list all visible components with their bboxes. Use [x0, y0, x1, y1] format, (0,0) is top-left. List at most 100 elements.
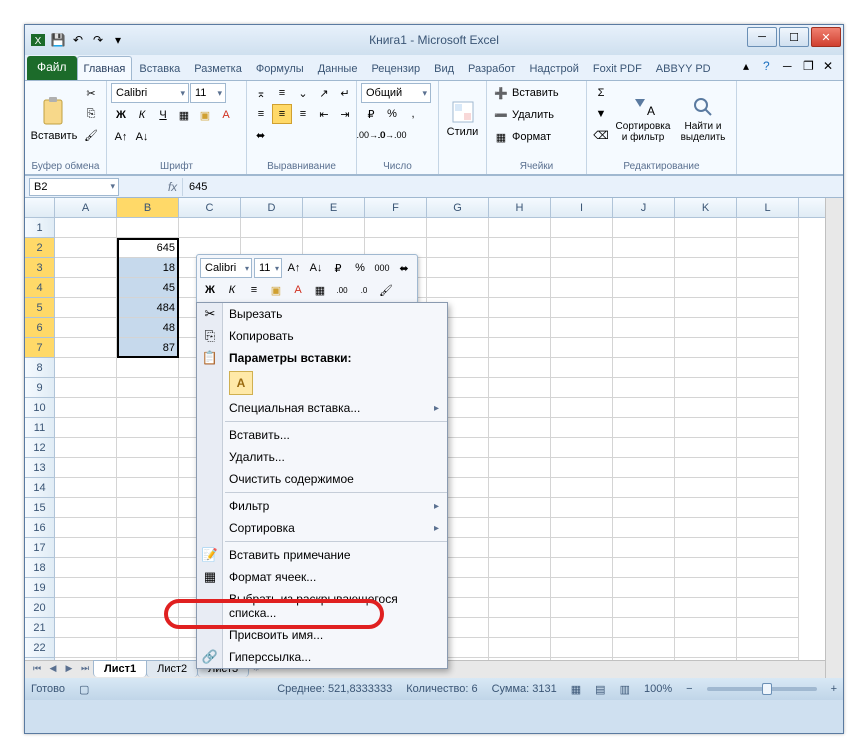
tab-layout[interactable]: Разметка [187, 56, 249, 80]
row-header[interactable]: 19 [25, 578, 55, 598]
row-header[interactable]: 1 [25, 218, 55, 238]
cell[interactable] [55, 478, 117, 498]
cell[interactable] [613, 218, 675, 238]
tab-abbyy[interactable]: ABBYY PD [649, 56, 718, 80]
col-header[interactable]: K [675, 198, 737, 217]
cell[interactable] [675, 458, 737, 478]
select-all-corner[interactable] [25, 198, 55, 217]
cell[interactable] [489, 578, 551, 598]
cell[interactable] [489, 418, 551, 438]
maximize-button[interactable]: ☐ [779, 27, 809, 47]
cell[interactable] [675, 478, 737, 498]
row-header[interactable]: 12 [25, 438, 55, 458]
format-painter-icon[interactable]: 🖌 [81, 125, 101, 145]
delete-cells-label[interactable]: Удалить [512, 109, 554, 121]
cell[interactable] [551, 638, 613, 658]
font-name-combo[interactable]: Calibri [111, 83, 189, 103]
cell[interactable] [551, 538, 613, 558]
cell[interactable] [489, 538, 551, 558]
decrease-indent-icon[interactable]: ⇤ [314, 104, 334, 124]
grow-font-icon[interactable]: A↑ [111, 127, 131, 147]
cell[interactable] [117, 398, 179, 418]
col-header[interactable]: I [551, 198, 613, 217]
cell[interactable]: 45 [117, 278, 179, 298]
cell[interactable] [675, 278, 737, 298]
cell[interactable] [489, 458, 551, 478]
cell[interactable] [365, 218, 427, 238]
cell[interactable] [675, 578, 737, 598]
align-left-icon[interactable]: ≡ [251, 104, 271, 124]
cell[interactable] [489, 378, 551, 398]
cell[interactable] [737, 538, 799, 558]
cell[interactable] [675, 218, 737, 238]
mini-border-icon[interactable]: ▦ [310, 280, 330, 300]
menu-paste-special[interactable]: Специальная вставка...▸ [197, 397, 447, 419]
col-header[interactable]: A [55, 198, 117, 217]
paste-option-values[interactable]: A [229, 371, 253, 395]
cancel-formula-icon[interactable] [123, 177, 143, 197]
font-color-button[interactable]: A [216, 105, 236, 125]
mini-dec-decimal-icon[interactable]: .0 [354, 280, 374, 300]
cell[interactable] [303, 218, 365, 238]
col-header[interactable]: G [427, 198, 489, 217]
cell[interactable] [117, 358, 179, 378]
cell[interactable] [675, 518, 737, 538]
col-header[interactable]: F [365, 198, 427, 217]
align-center-icon[interactable]: ≡ [272, 104, 292, 124]
bold-button[interactable]: Ж [111, 105, 131, 125]
menu-filter[interactable]: Фильтр▸ [197, 495, 447, 517]
cell[interactable] [117, 458, 179, 478]
format-cells-label[interactable]: Формат [512, 131, 551, 143]
cell[interactable] [737, 398, 799, 418]
cell[interactable] [737, 638, 799, 658]
cell[interactable] [55, 338, 117, 358]
cell[interactable] [675, 498, 737, 518]
orientation-icon[interactable]: ↗ [314, 83, 334, 103]
col-header[interactable]: J [613, 198, 675, 217]
cell[interactable] [489, 438, 551, 458]
number-format-combo[interactable]: Общий [361, 83, 431, 103]
cell[interactable] [551, 418, 613, 438]
col-header[interactable]: E [303, 198, 365, 217]
mini-size-combo[interactable]: 11 [254, 258, 282, 278]
cell[interactable] [55, 578, 117, 598]
mini-align-icon[interactable]: ≡ [244, 280, 264, 300]
qat-undo-icon[interactable]: ↶ [69, 31, 87, 49]
cell[interactable] [675, 538, 737, 558]
cell[interactable] [489, 618, 551, 638]
cell[interactable] [55, 358, 117, 378]
cell[interactable] [489, 478, 551, 498]
col-header[interactable]: L [737, 198, 799, 217]
cell[interactable]: 18 [117, 258, 179, 278]
cell[interactable] [737, 618, 799, 638]
qat-customize-icon[interactable]: ▾ [109, 31, 127, 49]
cell[interactable] [613, 458, 675, 478]
cell[interactable] [737, 358, 799, 378]
italic-button[interactable]: К [132, 105, 152, 125]
mini-bold-button[interactable]: Ж [200, 280, 220, 300]
cell[interactable] [737, 318, 799, 338]
menu-copy[interactable]: ⎘Копировать [197, 325, 447, 347]
cell[interactable] [117, 538, 179, 558]
col-header[interactable]: B [117, 198, 179, 217]
mini-font-color-icon[interactable]: A [288, 280, 308, 300]
find-select-button[interactable]: Найти и выделить [675, 83, 731, 155]
cell[interactable] [117, 618, 179, 638]
underline-button[interactable]: Ч [153, 105, 173, 125]
cell[interactable] [613, 538, 675, 558]
row-header[interactable]: 20 [25, 598, 55, 618]
tab-view[interactable]: Вид [427, 56, 461, 80]
cell[interactable] [55, 618, 117, 638]
cell[interactable] [117, 378, 179, 398]
menu-pick-list[interactable]: Выбрать из раскрывающегося списка... [197, 588, 447, 624]
insert-cells-label[interactable]: Вставить [512, 87, 559, 99]
cell[interactable] [613, 558, 675, 578]
cell[interactable] [551, 338, 613, 358]
row-header[interactable]: 18 [25, 558, 55, 578]
cell[interactable] [737, 258, 799, 278]
menu-insert[interactable]: Вставить... [197, 424, 447, 446]
col-header[interactable]: D [241, 198, 303, 217]
cell[interactable] [551, 278, 613, 298]
cell[interactable] [551, 498, 613, 518]
align-middle-icon[interactable]: ≡ [272, 83, 292, 103]
